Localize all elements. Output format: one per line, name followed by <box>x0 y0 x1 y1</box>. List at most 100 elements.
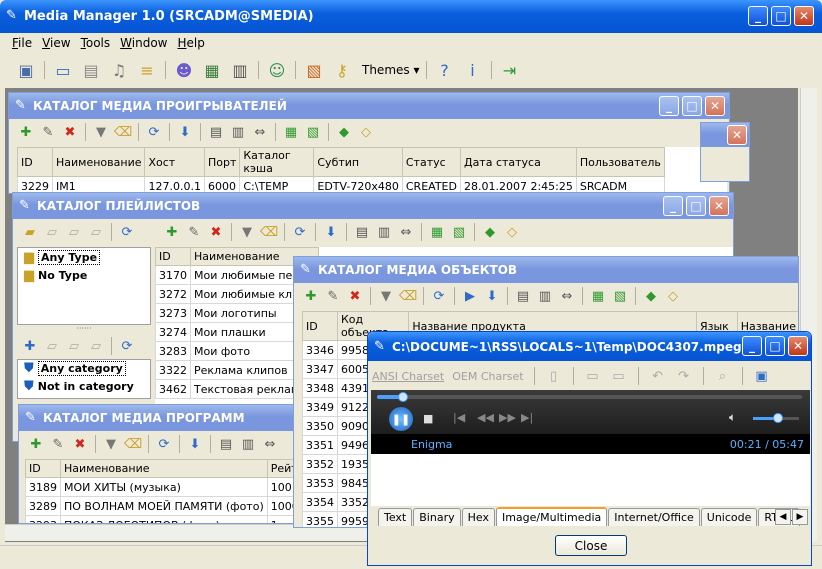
playlists-titlebar[interactable]: ✎ КАТАЛОГ ПЛЕЙЛИСТОВ _ □ ✕ <box>13 193 733 219</box>
viewer-close-button[interactable]: ✕ <box>788 336 808 356</box>
fit-icon[interactable]: ⇔ <box>558 287 576 305</box>
columns-icon[interactable]: ▥ <box>375 223 393 241</box>
tab-binary[interactable]: Binary <box>413 508 461 526</box>
tab-unicode[interactable]: Unicode <box>700 508 758 526</box>
delete-icon[interactable]: ✖ <box>71 435 89 453</box>
volume-thumb[interactable] <box>773 413 784 423</box>
filter-icon[interactable]: ▼ <box>102 435 120 453</box>
save-icon[interactable]: ▣ <box>753 367 771 385</box>
tag-remove-icon[interactable]: ◇ <box>503 223 521 241</box>
document-icon[interactable]: ▥ <box>228 58 252 82</box>
folder-add-icon[interactable]: ▰ <box>21 223 39 241</box>
tag-icon[interactable]: ◆ <box>481 223 499 241</box>
tab-image-multimedia[interactable]: Image/Multimedia <box>495 507 608 526</box>
undo-icon[interactable]: ↶ <box>649 367 667 385</box>
masks-icon[interactable]: ☻ <box>172 58 196 82</box>
viewer-maximize-button[interactable]: □ <box>765 336 785 356</box>
excel-icon[interactable]: ▦ <box>589 287 607 305</box>
filter-icon[interactable]: ▼ <box>92 123 110 141</box>
menu-window[interactable]: Window <box>120 36 167 50</box>
list-icon[interactable]: ▤ <box>514 287 532 305</box>
players-maximize-button[interactable]: □ <box>682 96 702 116</box>
edit-icon[interactable]: ✎ <box>49 435 67 453</box>
menu-view[interactable]: View <box>42 36 70 50</box>
refresh-icon[interactable]: ⟳ <box>145 123 163 141</box>
clipboard-icon[interactable]: ▧ <box>302 58 326 82</box>
menu-tools[interactable]: Tools <box>81 36 111 50</box>
delete-icon[interactable]: ✖ <box>346 287 364 305</box>
minimize-button[interactable]: _ <box>748 6 768 26</box>
players-close-button[interactable]: ✕ <box>705 96 725 116</box>
tab-scroll-left-button[interactable]: ◀ <box>775 509 791 525</box>
paste-icon[interactable]: ▭ <box>610 367 628 385</box>
column-header[interactable]: Статус <box>401 147 461 177</box>
help-icon[interactable]: ? <box>433 58 457 82</box>
tree-item-no-type[interactable]: ▆ No Type <box>24 268 87 283</box>
column-header[interactable]: Порт <box>203 147 241 177</box>
main-titlebar[interactable]: ✎ Media Manager 1.0 (SRCADM@SMEDIA) _ □ … <box>0 0 822 33</box>
export-icon[interactable]: ▧ <box>450 223 468 241</box>
tag-icon[interactable]: ◆ <box>335 123 353 141</box>
add-icon[interactable]: ✚ <box>17 123 35 141</box>
edit-icon[interactable]: ✎ <box>185 223 203 241</box>
add-icon[interactable]: ✚ <box>163 223 181 241</box>
close-dialog-button[interactable]: Close <box>555 535 627 556</box>
fast-forward-button[interactable]: ▶▶ <box>499 411 516 424</box>
column-header[interactable]: Наименование <box>51 147 146 177</box>
objects-titlebar[interactable]: ✎ КАТАЛОГ МЕДИА ОБЪЕКТОВ <box>294 257 798 283</box>
library-icon[interactable]: ▤ <box>79 58 103 82</box>
add-icon[interactable]: ✚ <box>27 435 45 453</box>
column-header[interactable]: Субтип <box>313 147 403 177</box>
playlists-close-button[interactable]: ✕ <box>709 196 729 216</box>
delete-icon[interactable]: ✖ <box>207 223 225 241</box>
category-edit-icon[interactable]: ▱ <box>43 337 61 355</box>
list-icon[interactable]: ▤ <box>217 435 235 453</box>
seek-thumb[interactable] <box>397 392 408 402</box>
login-icon[interactable]: ▣ <box>14 58 38 82</box>
refresh-icon[interactable]: ⟳ <box>155 435 173 453</box>
table-row[interactable]: 3293ПОКАЗ ЛОГОТИПОВ (фото)1 <box>25 515 307 523</box>
pause-button[interactable]: ❚❚ <box>389 407 413 431</box>
column-header[interactable]: ID <box>17 147 53 177</box>
playlists-maximize-button[interactable]: □ <box>686 196 706 216</box>
image-icon[interactable]: ▦ <box>200 58 224 82</box>
filter-icon[interactable]: ▼ <box>238 223 256 241</box>
tree-item-not-in-category[interactable]: ⛊ Not in category <box>24 379 134 394</box>
download-icon[interactable]: ⬇ <box>186 435 204 453</box>
exit-icon[interactable]: ⇥ <box>498 58 522 82</box>
background-close-button[interactable]: ✕ <box>727 125 747 145</box>
category-add-icon[interactable]: ✚ <box>21 337 39 355</box>
column-header[interactable]: ID <box>302 311 338 341</box>
menu-file[interactable]: File <box>12 36 32 50</box>
menu-help[interactable]: Help <box>177 36 204 50</box>
previous-button[interactable]: |◀ <box>453 411 465 424</box>
columns-icon[interactable]: ▥ <box>536 287 554 305</box>
fit-icon[interactable]: ⇔ <box>251 123 269 141</box>
tab-hex[interactable]: Hex <box>461 508 495 526</box>
filter-icon[interactable]: ▼ <box>377 287 395 305</box>
users-icon[interactable]: ☺ <box>265 58 289 82</box>
playlists-minimize-button[interactable]: _ <box>663 196 683 216</box>
oem-charset-button[interactable]: OEM Charset <box>452 370 523 383</box>
redo-icon[interactable]: ↷ <box>675 367 693 385</box>
tree-refresh-icon[interactable]: ⟳ <box>118 223 136 241</box>
refresh-icon[interactable]: ⟳ <box>291 223 309 241</box>
download-icon[interactable]: ⬇ <box>322 223 340 241</box>
delete-icon[interactable]: ✖ <box>61 123 79 141</box>
table-row[interactable]: 3289 ПО ВОЛНАМ МОЕЙ ПАМЯТИ (фото) 1000 <box>25 496 307 516</box>
tab-text[interactable]: Text <box>378 508 413 526</box>
themes-button[interactable]: Themes ▾ <box>362 63 420 77</box>
tag-icon[interactable]: ◆ <box>642 287 660 305</box>
folder-delete-icon[interactable]: ▱ <box>87 223 105 241</box>
volume-icon[interactable]: 🔈︎ <box>729 410 736 425</box>
volume-slider[interactable] <box>753 413 799 423</box>
copy-icon[interactable]: ▭ <box>584 367 602 385</box>
tab-scroll-right-button[interactable]: ▶ <box>792 509 808 525</box>
category-delete-icon[interactable]: ▱ <box>87 337 105 355</box>
music-icon[interactable]: ♫ <box>107 58 131 82</box>
maximize-button[interactable]: □ <box>771 6 791 26</box>
list-icon[interactable]: ▤ <box>353 223 371 241</box>
viewer-titlebar[interactable]: ✎ C:\DOCUME~1\RSS\LOCALS~1\Temp\DOC4307.… <box>368 332 811 361</box>
table-row[interactable]: 3189 МОИ ХИТЫ (музыка) 100 <box>25 477 307 497</box>
column-header[interactable]: ID <box>25 459 61 478</box>
